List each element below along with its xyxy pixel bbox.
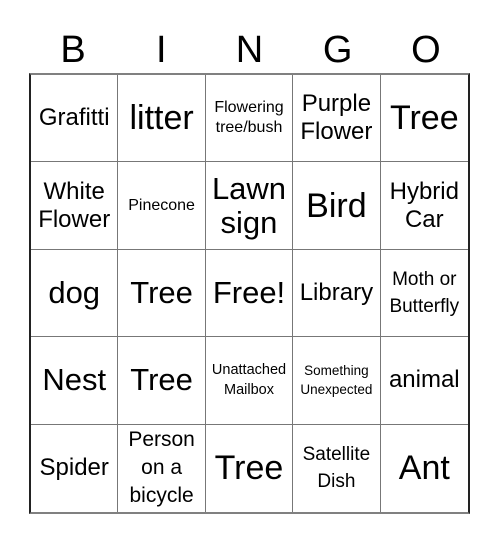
bingo-cell[interactable]: Unattached Mailbox (205, 337, 294, 425)
bingo-card-grid: Grafitti litter Flowering tree/bush Purp… (29, 73, 470, 514)
bingo-cell[interactable]: Library (293, 249, 381, 338)
header-letter-i: I (156, 29, 167, 71)
bingo-cell[interactable]: Grafitti (31, 75, 119, 163)
header-letter-b: B (60, 29, 86, 71)
bingo-cell[interactable]: Ant (381, 425, 468, 512)
bingo-cell[interactable]: Tree (380, 75, 468, 163)
header-letter-n: N (235, 29, 264, 71)
bingo-cell[interactable]: Bird (293, 162, 381, 250)
bingo-cell[interactable]: Hybrid Car (380, 162, 468, 250)
bingo-cell[interactable]: Purple Flower (293, 75, 381, 163)
bingo-cell[interactable]: Flowering tree/bush (205, 75, 294, 163)
bingo-cell[interactable]: White Flower (31, 162, 119, 250)
bingo-cell[interactable]: Moth or Butterfly (380, 250, 468, 338)
bingo-cell[interactable]: litter (118, 75, 206, 163)
bingo-cell-free[interactable]: Free! (205, 249, 294, 338)
bingo-cell[interactable]: Tree (118, 249, 206, 338)
bingo-cell[interactable]: Nest (31, 337, 119, 425)
bingo-cell[interactable]: Spider (31, 424, 119, 512)
bingo-header: B I N G O (29, 28, 470, 72)
bingo-cell[interactable]: animal (380, 337, 468, 425)
bingo-cell[interactable]: Pinecone (118, 162, 206, 250)
bingo-cell[interactable]: dog (31, 249, 119, 338)
bingo-cell[interactable]: Satellite Dish (293, 424, 381, 512)
header-letter-o: O (411, 29, 441, 71)
bingo-cell[interactable]: Lawn sign (205, 162, 294, 250)
bingo-cell[interactable]: Tree (118, 337, 206, 425)
header-letter-g: G (322, 29, 353, 71)
bingo-cell[interactable]: Tree (206, 424, 294, 512)
bingo-cell[interactable]: Something Unexpected (293, 337, 381, 425)
bingo-cell[interactable]: Person on a bicycle (118, 424, 206, 512)
